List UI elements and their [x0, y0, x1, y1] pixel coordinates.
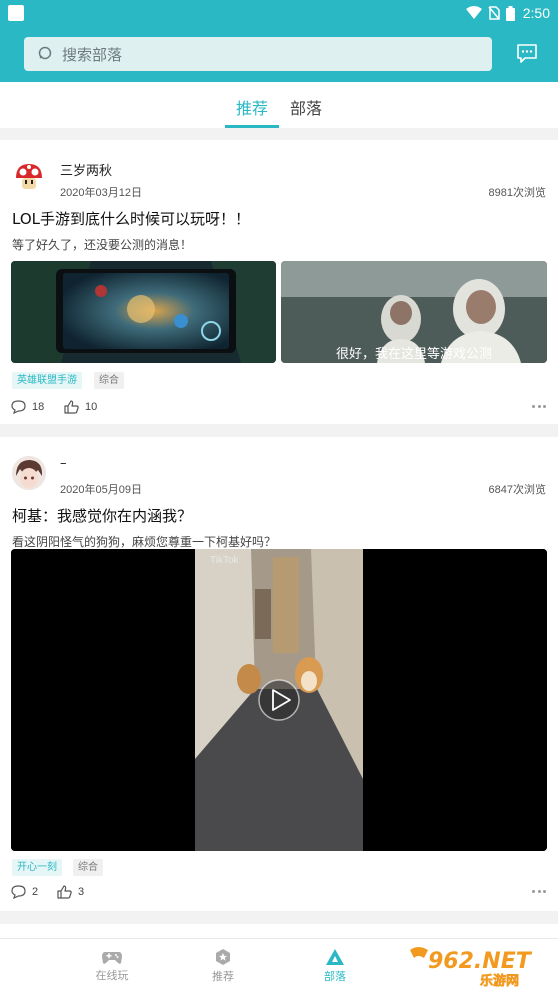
like-count[interactable]: 10 [64, 400, 97, 414]
nav-tribe[interactable]: 部落 [290, 939, 380, 992]
movie-still-image: 很好，我在这里等游戏公测 [281, 261, 547, 363]
thumbs-up-icon [64, 400, 79, 414]
comment-icon [11, 400, 26, 414]
avatar[interactable] [12, 456, 46, 490]
message-icon[interactable] [516, 43, 538, 65]
nav-label: 推荐 [212, 970, 234, 983]
tab-bar: 推荐 部落 [0, 82, 558, 128]
hexagon-star-icon [216, 949, 230, 965]
post-card[interactable]: – 2020年05月09日 6847次浏览 柯基：我感觉你在内涵我？ 看这阴阳怪… [0, 437, 558, 911]
search-icon [38, 46, 52, 60]
search-placeholder: 搜索部落 [62, 45, 123, 64]
game-screenshot-image [11, 261, 276, 363]
like-count-value: 10 [85, 401, 98, 413]
tab-active-indicator [225, 125, 279, 128]
nav-online-play[interactable]: 在线玩 [67, 939, 157, 992]
top-bar: 2:50 搜索部落 [0, 0, 558, 82]
comment-count[interactable]: 18 [11, 400, 44, 414]
more-options-icon[interactable] [532, 890, 546, 894]
comment-icon [11, 885, 26, 899]
status-bar: 2:50 [0, 0, 558, 26]
author-name[interactable]: 三岁两秋 [60, 160, 112, 179]
watermark-text: 962.NET [428, 949, 533, 974]
thumbs-up-icon [57, 885, 72, 899]
tag-general[interactable]: 综合 [73, 859, 103, 876]
post-image[interactable] [11, 261, 276, 363]
post-date: 2020年05月09日 [60, 484, 142, 496]
triangle-tribe-icon [326, 949, 344, 965]
comment-count-value: 18 [32, 401, 45, 413]
post-date: 2020年03月12日 [60, 187, 142, 199]
video-brand: TikTok [210, 555, 240, 566]
tag-general[interactable]: 综合 [94, 372, 124, 389]
no-sim-icon [488, 6, 500, 20]
notification-icon [8, 5, 24, 21]
like-count-value: 3 [78, 886, 85, 898]
like-count[interactable]: 3 [57, 885, 84, 899]
post-video[interactable]: TikTok [11, 549, 547, 851]
post-title[interactable]: 柯基：我感觉你在内涵我？ [12, 505, 192, 526]
post-description: 看这阴阳怪气的狗狗，麻烦您尊重一下柯基好吗？ [12, 535, 277, 549]
watermark-subtext: 乐游网 [480, 973, 519, 988]
tab-tribe[interactable]: 部落 [290, 95, 322, 119]
post-description: 等了好久了，还没要公测的消息！ [12, 238, 193, 252]
view-count: 6847次浏览 [488, 484, 546, 496]
post-image[interactable]: 很好，我在这里等游戏公测 [281, 261, 547, 363]
post-card[interactable]: 三岁两秋 2020年03月12日 8981次浏览 LOL手游到底什么时候可以玩呀… [0, 140, 558, 424]
author-name[interactable]: – [60, 456, 67, 471]
nav-label: 在线玩 [95, 969, 129, 982]
more-options-icon[interactable] [532, 405, 546, 409]
gamepad-icon [102, 952, 122, 964]
avatar[interactable] [12, 160, 46, 194]
mushroom-avatar-icon [16, 164, 42, 189]
image-caption: 很好，我在这里等游戏公测 [336, 346, 492, 362]
tag-fun[interactable]: 开心一刻 [12, 859, 62, 876]
anime-avatar-icon [12, 456, 46, 490]
nav-label: 部落 [324, 970, 346, 983]
comment-count-value: 2 [32, 886, 39, 898]
view-count: 8981次浏览 [488, 187, 546, 199]
video-frame-image: TikTok [11, 549, 547, 851]
post-title[interactable]: LOL手游到底什么时候可以玩呀！！ [12, 208, 250, 229]
tab-recommend[interactable]: 推荐 [236, 95, 268, 119]
nav-recommend[interactable]: 推荐 [178, 939, 268, 992]
battery-icon [505, 5, 515, 21]
play-icon[interactable] [258, 679, 300, 721]
wifi-icon [465, 6, 482, 19]
status-time: 2:50 [522, 5, 550, 21]
watermark-logo: 962.NET 乐游网 [410, 947, 533, 988]
comment-count[interactable]: 2 [11, 885, 38, 899]
search-input[interactable]: 搜索部落 [24, 37, 492, 71]
tag-game[interactable]: 英雄联盟手游 [12, 372, 82, 389]
post-card[interactable] [0, 924, 558, 938]
